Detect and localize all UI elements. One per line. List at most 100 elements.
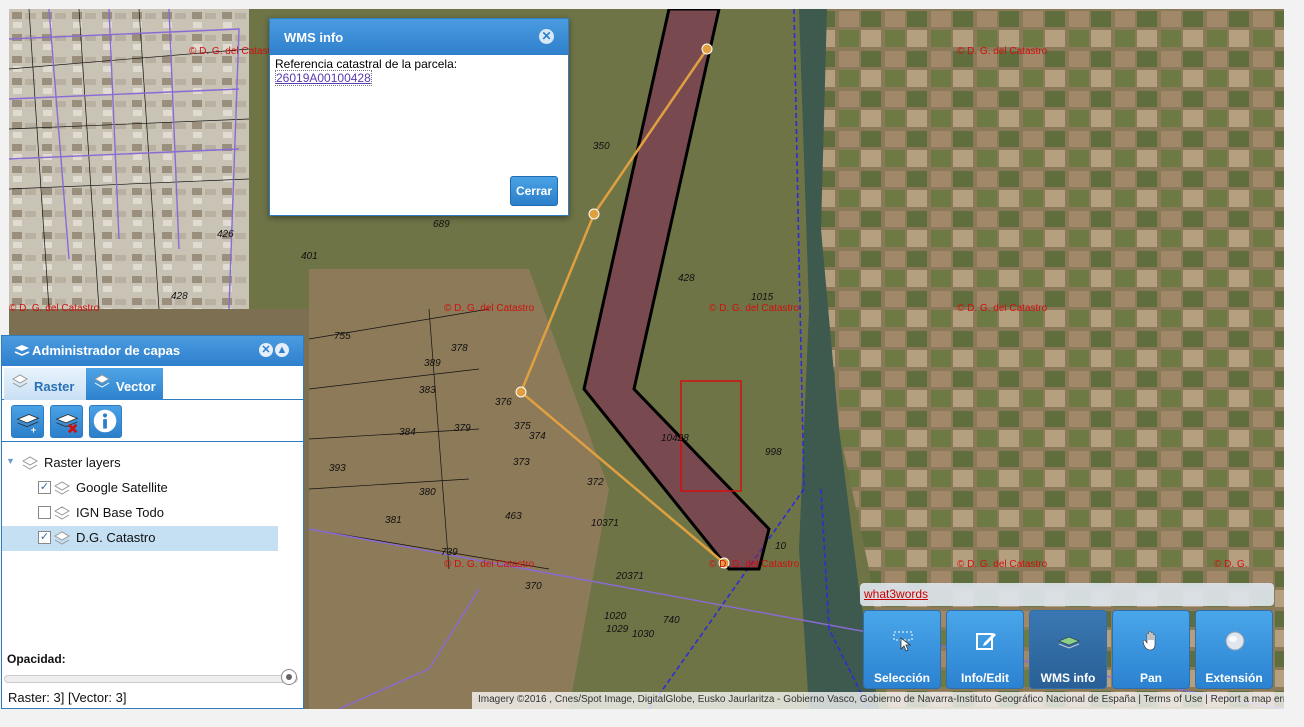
layer-manager-panel: Administrador de capas ✕ ▲ Raster Vector… [1,335,304,709]
layer-row[interactable]: ✓ Google Satellite [2,476,303,501]
svg-text:© D. G. del Catastro: © D. G. del Catastro [444,559,535,570]
wms-info-button[interactable]: WMS info [1029,610,1107,689]
pan-button[interactable]: Pan [1112,610,1190,689]
svg-text:384: 384 [399,427,416,438]
layer-label: D.G. Catastro [76,530,156,545]
layer-info-button[interactable] [89,405,122,438]
tab-raster-label: Raster [34,379,75,394]
svg-text:740: 740 [663,615,680,626]
svg-text:+: + [31,424,37,435]
what3words-link[interactable]: what3words [864,587,928,601]
svg-text:© D. G. del Catastro: © D. G. del Catastro [189,46,280,57]
selection-button[interactable]: Selección [863,610,941,689]
terms-of-use-link[interactable]: Terms of Use [1144,694,1203,705]
layers-icon [94,374,110,388]
close-icon[interactable]: ✕ [259,343,273,357]
svg-text:1020: 1020 [604,611,627,622]
edit-icon [976,633,996,650]
opacity-slider-handle[interactable] [281,669,297,685]
svg-text:© D. G. del Catastro: © D. G. del Catastro [957,559,1048,570]
svg-text:381: 381 [385,515,402,526]
info-edit-button[interactable]: Info/Edit [946,610,1024,689]
svg-text:1029: 1029 [606,624,629,635]
layers-icon [54,506,70,520]
layers-icon [14,345,30,356]
report-map-error-link[interactable]: Report a map error [1211,694,1284,705]
svg-text:© D. G. del Catastro: © D. G. del Catastro [709,559,800,570]
cadastral-reference-link[interactable]: 26019A00100428 [275,70,372,86]
add-layer-icon: + [16,413,40,435]
selection-icon [893,631,913,652]
svg-text:372: 372 [587,477,604,488]
pan-button-label: Pan [1139,671,1162,685]
layers-icon [54,531,70,545]
globe-icon [1225,631,1245,651]
svg-text:© D. G. del Catastro: © D. G. del Catastro [957,46,1048,57]
svg-text:401: 401 [301,251,318,262]
tree-root-label: Raster layers [44,455,121,470]
expand-icon[interactable]: ▼ [6,456,15,466]
svg-text:389: 389 [424,358,441,369]
svg-text:350: 350 [593,141,610,152]
layer-row[interactable]: IGN Base Todo [2,501,303,526]
svg-text:379: 379 [454,423,471,434]
remove-layer-button[interactable] [50,405,83,438]
tab-vector[interactable]: Vector [86,368,163,400]
wms-info-button-label: WMS info [1040,671,1096,685]
catastro-watermark: © D. G. del Catastro [9,303,100,314]
svg-text:20371: 20371 [615,571,644,582]
tree-root[interactable]: ▼ Raster layers [2,451,303,476]
opacity-slider[interactable] [4,675,298,683]
svg-text:428: 428 [171,291,188,302]
cadastral-reference-label: Referencia catastral de la parcela: [275,57,458,71]
svg-text:© D. G. del Catastro: © D. G. del Catastro [709,303,800,314]
extent-button-label: Extensión [1205,671,1263,685]
hand-icon [1142,630,1156,651]
svg-text:1015: 1015 [751,292,774,303]
svg-text:373: 373 [513,457,530,468]
layer-checkbox[interactable]: ✓ [38,531,51,544]
close-button[interactable]: Cerrar [509,176,558,206]
svg-text:463: 463 [505,511,522,522]
opacity-label: Opacidad: [7,652,66,666]
layers-icon [22,456,38,470]
layer-tree: ▼ Raster layers ✓ Google Satellite IGN B… [2,451,303,551]
what3words-bar: what3words [860,583,1274,606]
svg-text:755: 755 [334,331,351,342]
layer-label: Google Satellite [76,480,168,495]
svg-text:428: 428 [678,273,695,284]
collapse-icon[interactable]: ▲ [275,343,289,357]
svg-text:393: 393 [329,463,346,474]
svg-text:378: 378 [451,343,468,354]
svg-text:376: 376 [495,397,512,408]
svg-text:© D. G.: © D. G. [1214,559,1247,570]
wms-dialog-title: WMS info [270,19,568,55]
svg-text:739: 739 [441,547,458,558]
svg-text:1030: 1030 [632,629,655,640]
svg-text:380: 380 [419,487,436,498]
layer-checkbox[interactable] [38,506,51,519]
info-edit-button-label: Info/Edit [961,671,1009,685]
selection-button-label: Selección [873,671,931,685]
svg-text:10428: 10428 [661,433,689,444]
svg-text:374: 374 [529,431,546,442]
svg-text:426: 426 [217,229,234,240]
svg-text:370: 370 [525,581,542,592]
layers-icon [54,481,70,495]
svg-text:10: 10 [775,541,787,552]
layer-checkbox[interactable]: ✓ [38,481,51,494]
svg-text:© D. G. del Catastro: © D. G. del Catastro [444,303,535,314]
tab-vector-label: Vector [116,379,156,394]
layer-manager-title: Administrador de capas [32,343,181,358]
layer-row[interactable]: ✓ D.G. Catastro [2,526,278,551]
map-attribution: Imagery ©2016 , Cnes/Spot Image, Digital… [472,692,1284,709]
remove-layer-icon [55,413,79,434]
layer-label: IGN Base Todo [76,505,164,520]
add-layer-button[interactable]: + [11,405,44,438]
extent-button[interactable]: Extensión [1195,610,1273,689]
imagery-attribution: Imagery ©2016 , Cnes/Spot Image, Digital… [478,694,1136,705]
close-icon[interactable]: ✕ [539,29,554,44]
svg-text:998: 998 [765,447,782,458]
tab-raster[interactable]: Raster [4,368,86,400]
layers-icon [12,374,28,388]
